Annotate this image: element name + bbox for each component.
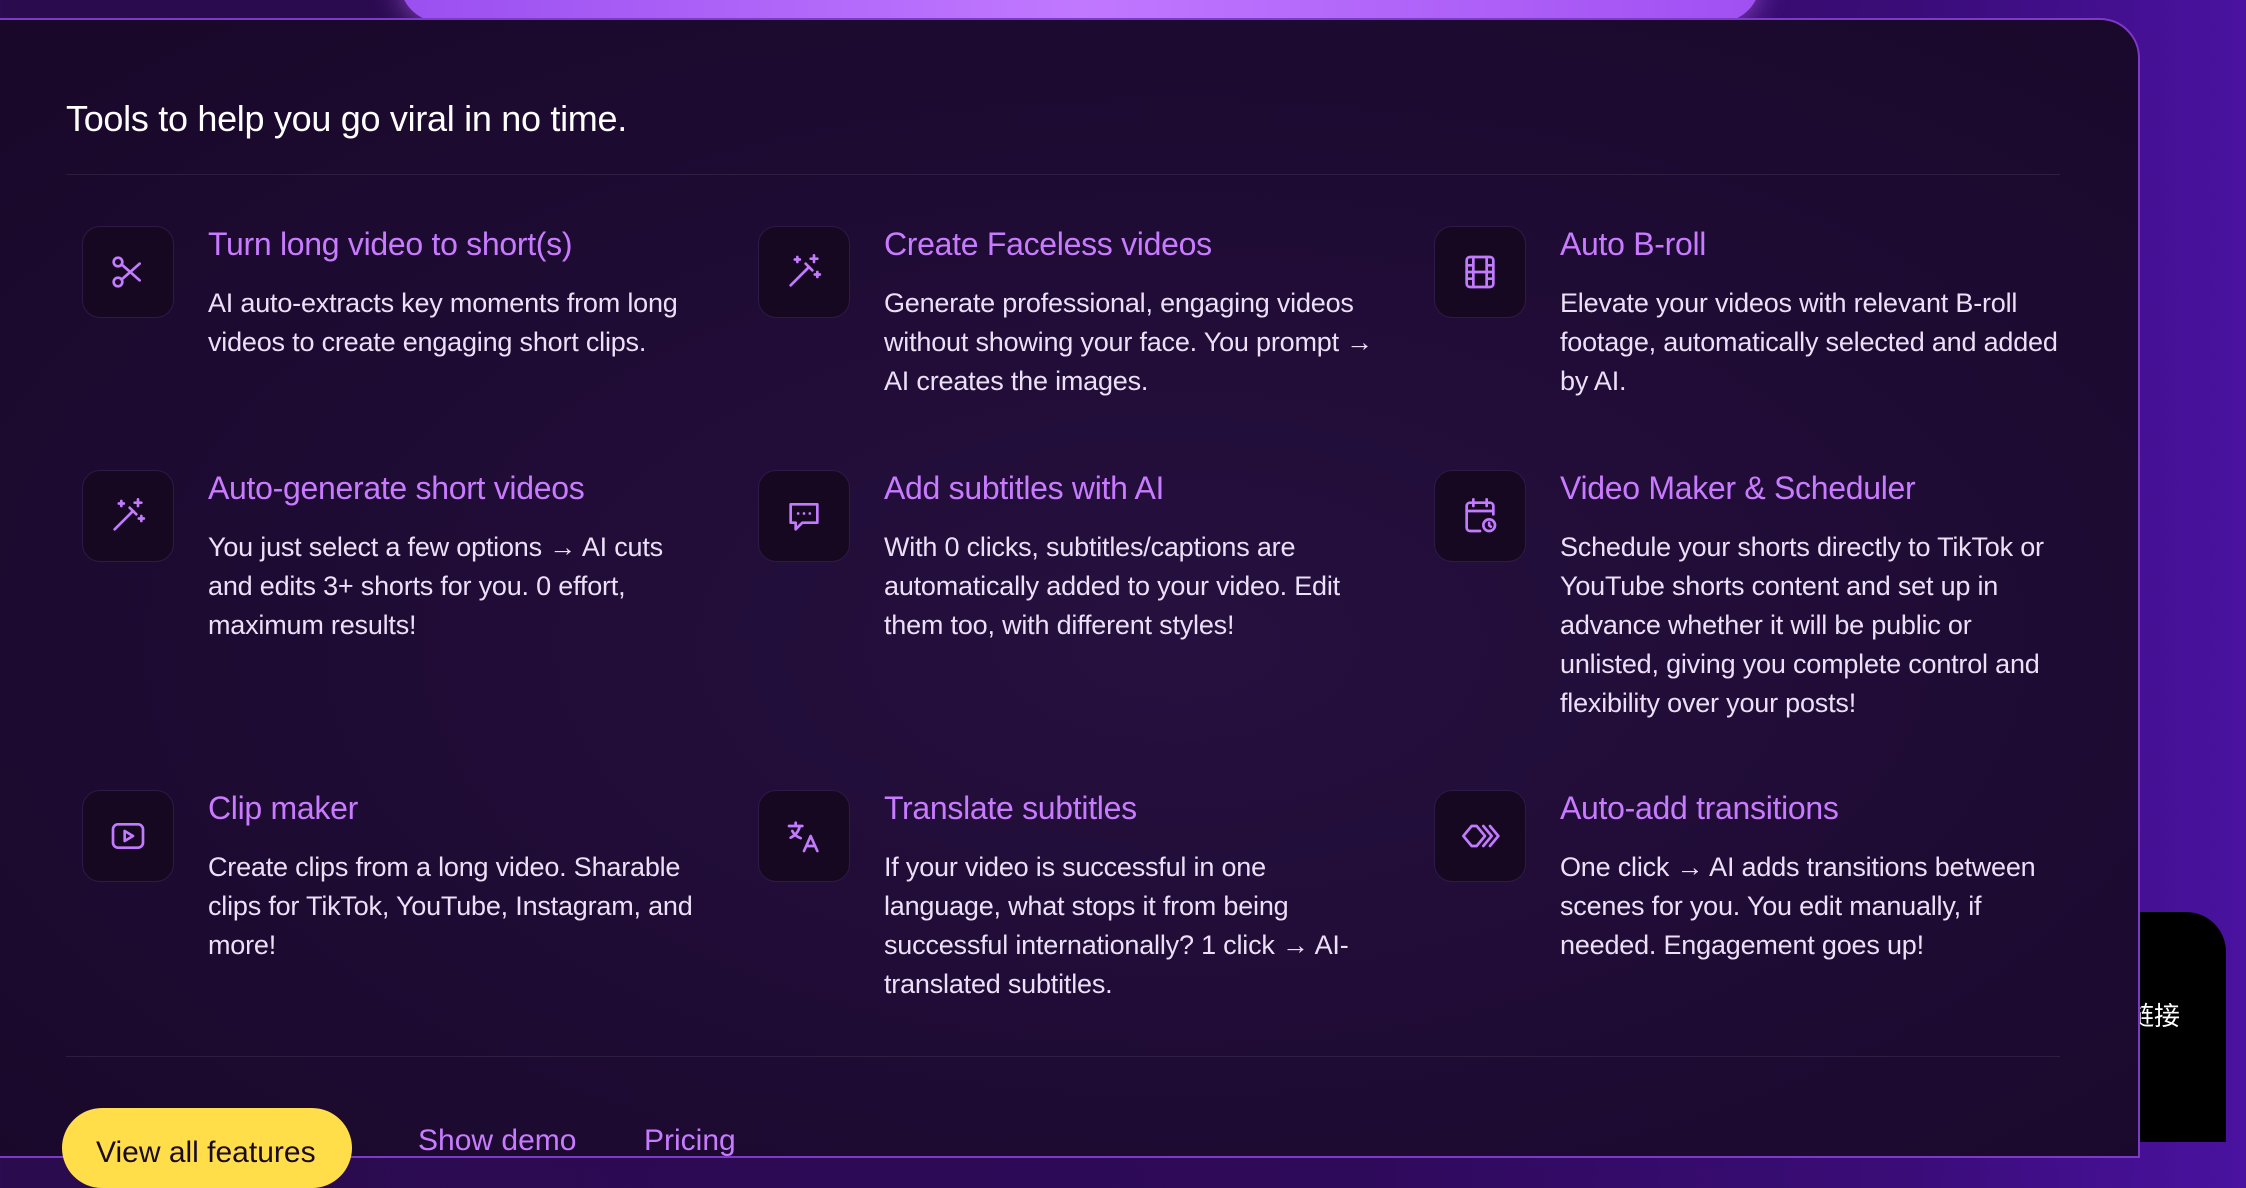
feature-title: Video Maker & Scheduler <box>1560 470 1916 506</box>
feature-description: If your video is successful in one langu… <box>884 852 1349 999</box>
calendar-clock-icon <box>1434 470 1526 562</box>
feature-description: AI auto-extracts key moments from long v… <box>208 288 678 357</box>
section-heading: Tools to help you go viral in no time. <box>66 98 627 139</box>
magic-wand-icon <box>82 470 174 562</box>
view-all-features-button[interactable]: View all features <box>62 1108 352 1188</box>
feature-title: Clip maker <box>208 790 358 826</box>
feature-description: One click → AI adds transitions between … <box>1560 852 2036 960</box>
scissors-icon <box>82 226 174 318</box>
feature-title: Create Faceless videos <box>884 226 1212 262</box>
pricing-link[interactable]: Pricing <box>644 1124 736 1158</box>
feature-description: Generate professional, engaging videos w… <box>884 288 1373 396</box>
feature-description: Schedule your shorts directly to TikTok … <box>1560 532 2044 718</box>
top-divider <box>66 174 2060 175</box>
feature-title: Translate subtitles <box>884 790 1137 826</box>
chevrons-right-icon <box>1434 790 1526 882</box>
film-icon <box>1434 226 1526 318</box>
feature-title: Add subtitles with AI <box>884 470 1165 506</box>
features-card: Tools to help you go viral in no time. T… <box>0 18 2140 1188</box>
feature-title: Auto B-roll <box>1560 226 1707 262</box>
magic-wand-icon <box>758 226 850 318</box>
feature-description: You just select a few options → AI cuts … <box>208 532 663 640</box>
chat-bubble-icon <box>758 470 850 562</box>
feature-description: Create clips from a long video. Sharable… <box>208 852 693 960</box>
bottom-divider <box>66 1056 2060 1057</box>
feature-title: Turn long video to short(s) <box>208 226 573 262</box>
feature-title: Auto-add transitions <box>1560 790 1839 826</box>
feature-title: Auto-generate short videos <box>208 470 585 506</box>
play-button-icon <box>82 790 174 882</box>
show-demo-link[interactable]: Show demo <box>418 1124 576 1158</box>
feature-description: Elevate your videos with relevant B-roll… <box>1560 288 2058 396</box>
translate-icon <box>758 790 850 882</box>
feature-description: With 0 clicks, subtitles/captions are au… <box>884 532 1340 640</box>
